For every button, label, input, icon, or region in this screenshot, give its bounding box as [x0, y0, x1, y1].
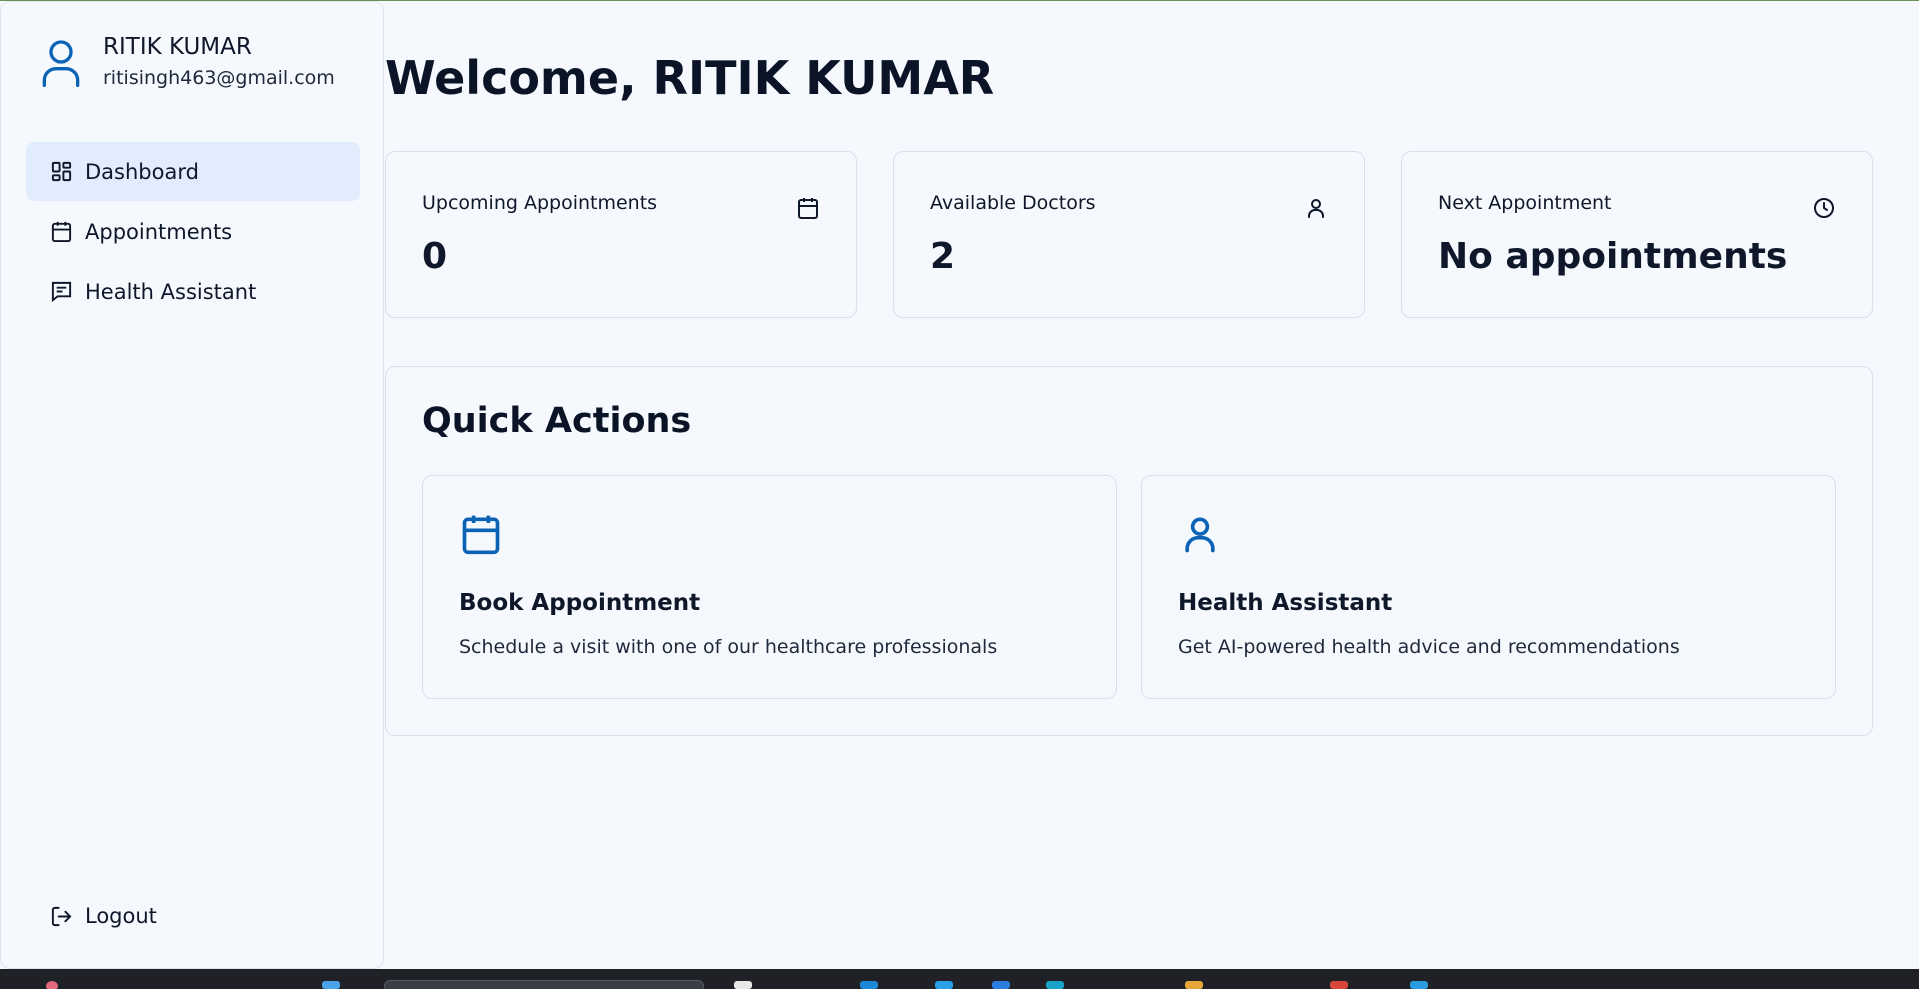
- user-icon: [1185, 517, 1215, 553]
- stat-title: Available Doctors: [930, 192, 1096, 214]
- clock-icon: [1814, 198, 1834, 218]
- os-taskbar: [0, 969, 1919, 989]
- sidebar-item-label: Dashboard: [85, 159, 199, 184]
- calendar-icon: [798, 198, 818, 219]
- notification-badge-icon[interactable]: [46, 981, 58, 989]
- taskbar-app-icon[interactable]: [322, 981, 340, 989]
- logout-icon: [51, 906, 72, 926]
- user-name: RITIK KUMAR: [103, 34, 252, 60]
- action-title: Health Assistant: [1178, 590, 1393, 616]
- logout-label: Logout: [85, 904, 157, 928]
- taskbar-app-icon[interactable]: [935, 981, 953, 989]
- stat-value: 0: [422, 236, 448, 277]
- stat-card-next-appointment: Next Appointment No appointments: [1401, 151, 1873, 318]
- stat-value: 2: [930, 236, 956, 277]
- taskbar-app-icon[interactable]: [860, 981, 878, 989]
- stat-title: Next Appointment: [1438, 192, 1612, 214]
- page-title: Welcome, RITIK KUMAR: [385, 51, 995, 105]
- dashboard-icon: [51, 161, 72, 182]
- chat-icon: [51, 281, 72, 303]
- user-icon: [1308, 199, 1324, 218]
- stat-card-doctors: Available Doctors 2: [893, 151, 1365, 318]
- sidebar-nav: Dashboard Appointments Health Assistant: [26, 142, 360, 322]
- profile-text: RITIK KUMAR ritisingh463@gmail.com: [103, 30, 335, 92]
- calendar-icon: [462, 515, 500, 555]
- action-title: Book Appointment: [459, 590, 701, 616]
- taskbar-app-icon[interactable]: [734, 981, 752, 989]
- quick-actions-panel: Quick Actions Book Appointment Schedule …: [385, 366, 1873, 736]
- taskbar-app-icon[interactable]: [1330, 981, 1348, 989]
- logout-button[interactable]: Logout: [26, 888, 360, 944]
- user-avatar-icon: [42, 40, 80, 88]
- action-description: Schedule a visit with one of our healthc…: [459, 636, 998, 658]
- user-email: ritisingh463@gmail.com: [103, 67, 335, 89]
- action-description: Get AI-powered health advice and recomme…: [1178, 636, 1680, 658]
- quick-actions-title: Quick Actions: [422, 401, 692, 441]
- health-assistant-card[interactable]: Health Assistant Get AI-powered health a…: [1141, 475, 1836, 699]
- user-profile: RITIK KUMAR ritisingh463@gmail.com: [41, 30, 335, 92]
- sidebar: RITIK KUMAR ritisingh463@gmail.com Dashb…: [0, 1, 384, 969]
- stat-title: Upcoming Appointments: [422, 192, 658, 214]
- sidebar-item-dashboard[interactable]: Dashboard: [26, 142, 360, 201]
- taskbar-app-icon[interactable]: [1185, 981, 1203, 989]
- calendar-icon: [51, 221, 72, 243]
- sidebar-item-label: Appointments: [85, 219, 233, 244]
- taskbar-search[interactable]: [384, 980, 704, 989]
- taskbar-app-icon[interactable]: [992, 981, 1010, 989]
- sidebar-item-appointments[interactable]: Appointments: [26, 202, 360, 261]
- stat-value: No appointments: [1438, 236, 1788, 277]
- taskbar-app-icon[interactable]: [1046, 981, 1064, 989]
- sidebar-item-label: Health Assistant: [85, 279, 257, 304]
- taskbar-app-icon[interactable]: [1410, 981, 1428, 989]
- stat-card-upcoming: Upcoming Appointments 0: [385, 151, 857, 318]
- sidebar-item-health-assistant[interactable]: Health Assistant: [26, 262, 360, 321]
- book-appointment-card[interactable]: Book Appointment Schedule a visit with o…: [422, 475, 1117, 699]
